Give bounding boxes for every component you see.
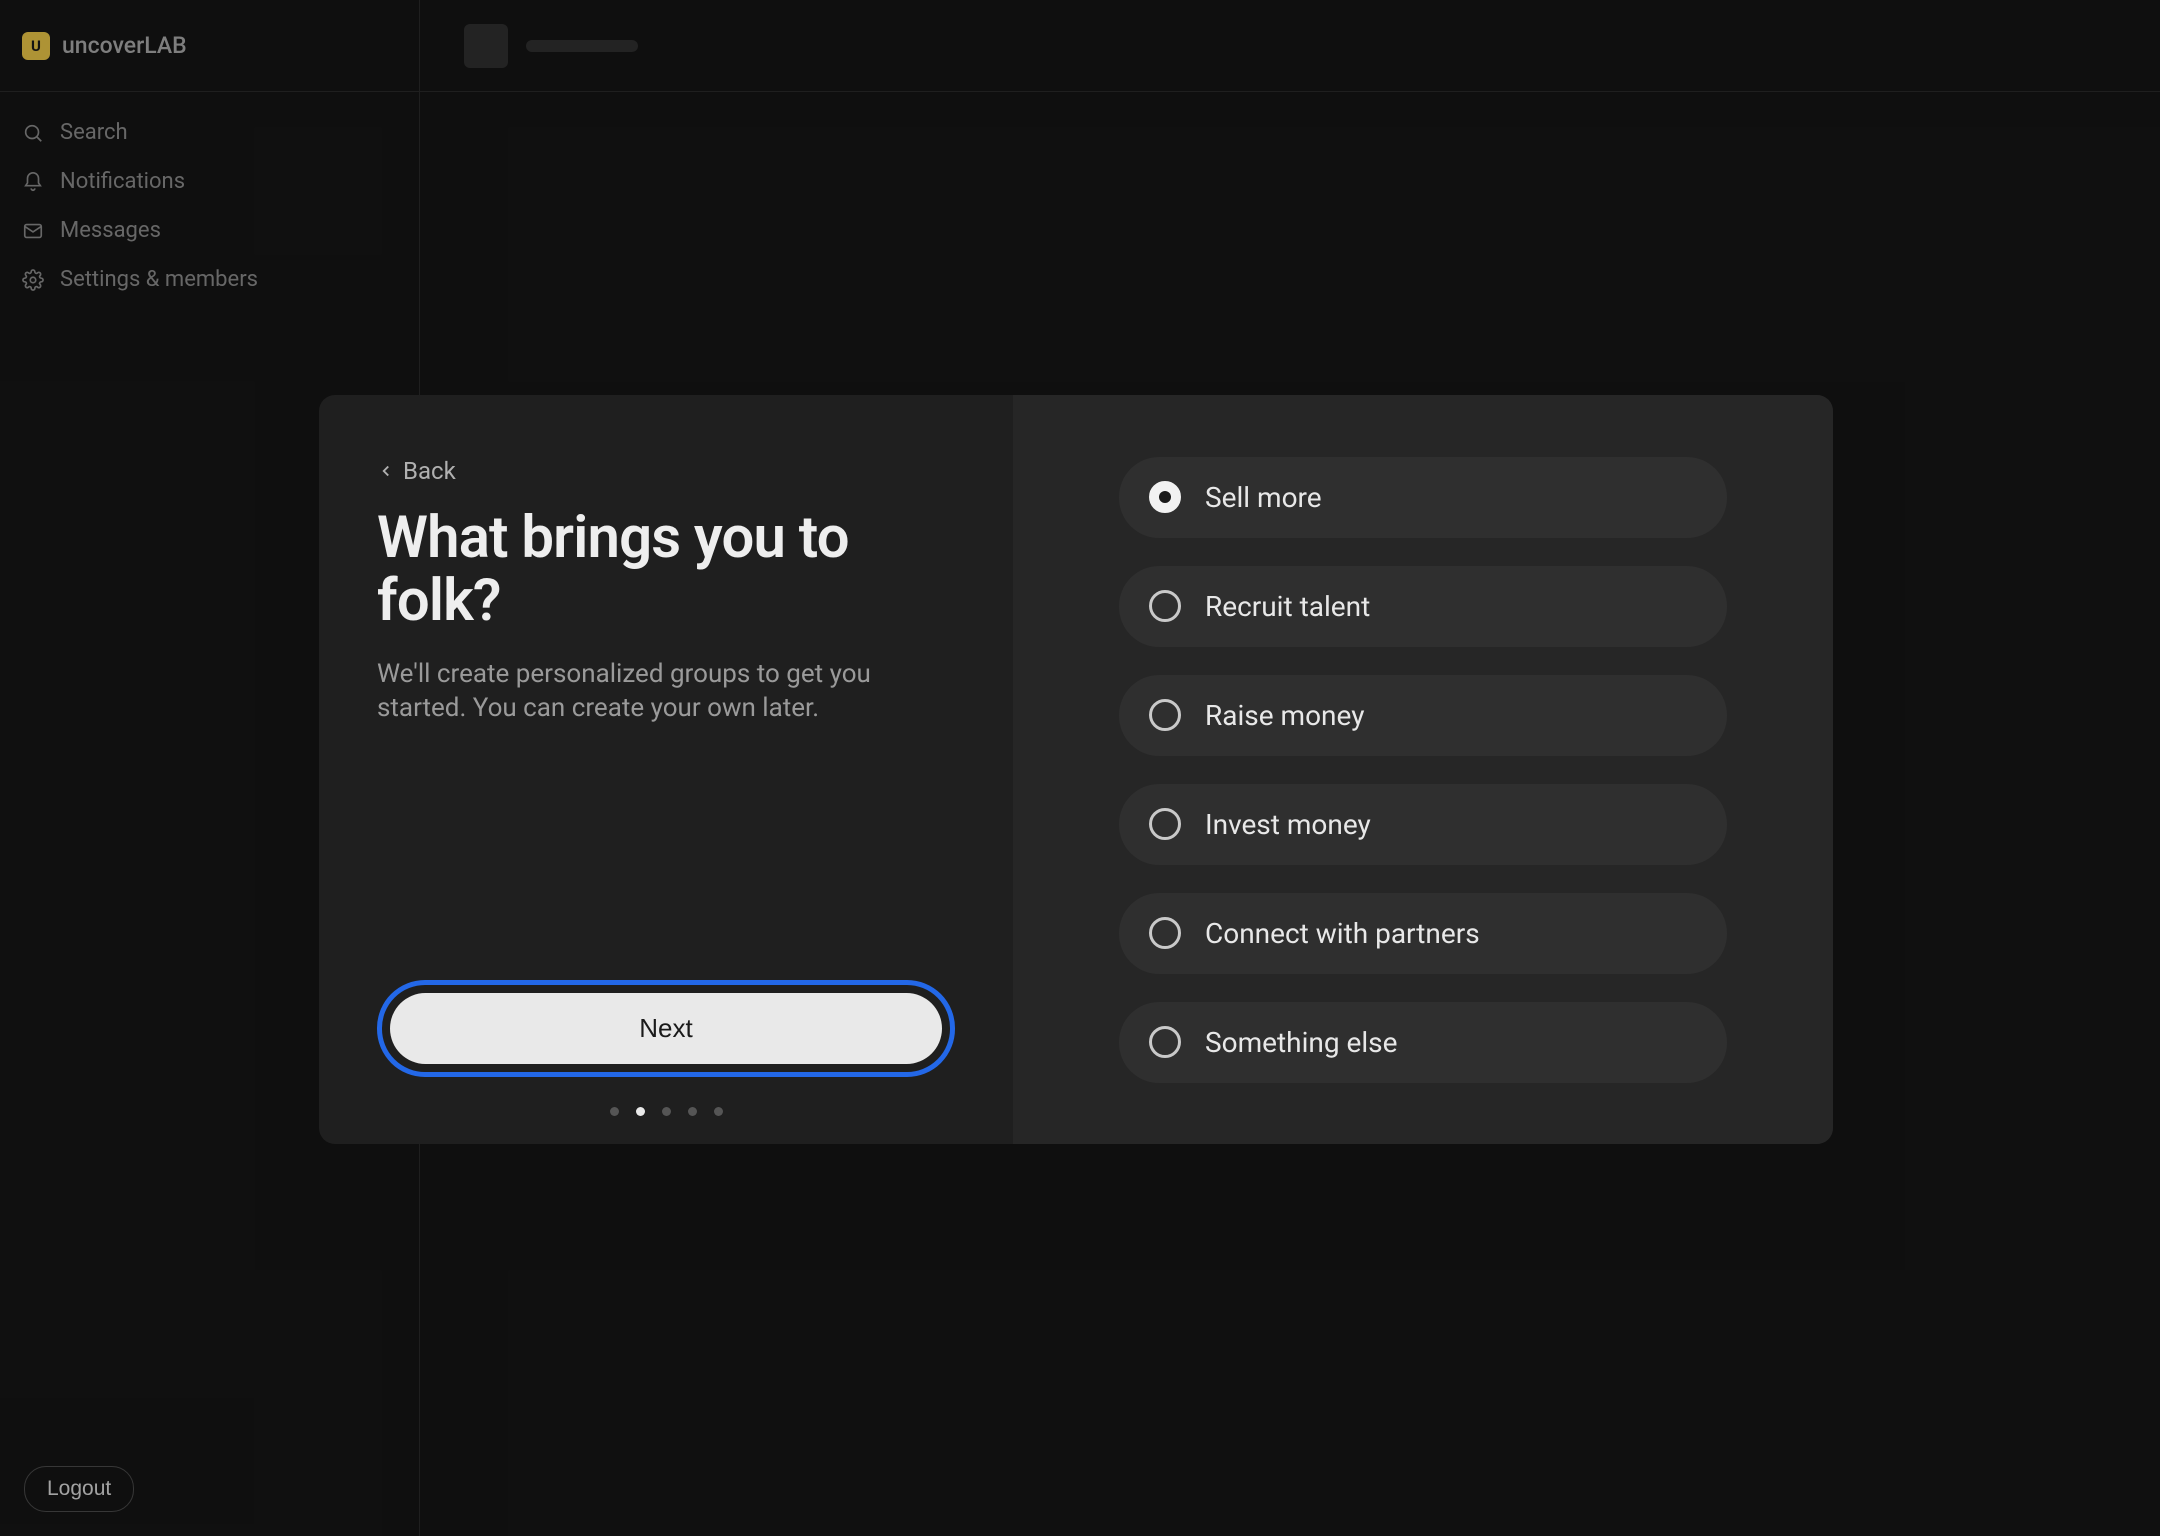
- step-dot: [688, 1107, 697, 1116]
- topbar-placeholder-text: [526, 40, 638, 52]
- sidebar-item-label: Messages: [60, 218, 161, 243]
- radio-icon: [1149, 808, 1181, 840]
- modal-right-panel: Sell more Recruit talent Raise money Inv…: [1013, 395, 1833, 1144]
- option-recruit-talent[interactable]: Recruit talent: [1119, 566, 1727, 647]
- search-icon: [22, 122, 44, 144]
- back-label: Back: [403, 457, 456, 485]
- option-invest-money[interactable]: Invest money: [1119, 784, 1727, 865]
- option-label: Recruit talent: [1205, 590, 1370, 623]
- sidebar-footer: Logout: [24, 1466, 134, 1512]
- modal-footer: Next: [377, 980, 955, 1116]
- brand-badge: U: [22, 32, 50, 60]
- sidebar-item-label: Notifications: [60, 169, 185, 194]
- option-sell-more[interactable]: Sell more: [1119, 457, 1727, 538]
- modal-subtitle: We'll create personalized groups to get …: [377, 658, 927, 726]
- logout-button[interactable]: Logout: [24, 1466, 134, 1512]
- mail-icon: [22, 220, 44, 242]
- radio-icon: [1149, 1026, 1181, 1058]
- radio-icon: [1149, 590, 1181, 622]
- option-label: Invest money: [1205, 808, 1371, 841]
- chevron-left-icon: [377, 462, 395, 480]
- sidebar-nav: Search Notifications Messages Settings &…: [0, 92, 419, 304]
- next-button-focus-ring: Next: [377, 980, 955, 1077]
- radio-icon: [1149, 699, 1181, 731]
- gear-icon: [22, 269, 44, 291]
- topbar: [420, 0, 2160, 92]
- option-label: Raise money: [1205, 699, 1364, 732]
- sidebar-item-notifications[interactable]: Notifications: [0, 157, 419, 206]
- sidebar-item-messages[interactable]: Messages: [0, 206, 419, 255]
- option-list: Sell more Recruit talent Raise money Inv…: [1049, 457, 1797, 1083]
- sidebar-item-label: Search: [60, 120, 128, 145]
- modal-title: What brings you to folk?: [377, 507, 955, 632]
- step-dot: [714, 1107, 723, 1116]
- option-connect-partners[interactable]: Connect with partners: [1119, 893, 1727, 974]
- option-label: Sell more: [1205, 481, 1322, 514]
- sidebar-item-settings[interactable]: Settings & members: [0, 255, 419, 304]
- modal-left-panel: Back What brings you to folk? We'll crea…: [319, 395, 1013, 1144]
- option-label: Connect with partners: [1205, 917, 1480, 950]
- back-button[interactable]: Back: [377, 457, 955, 485]
- next-button[interactable]: Next: [390, 993, 942, 1064]
- sidebar-header: U uncoverLAB: [0, 0, 419, 92]
- radio-icon: [1149, 917, 1181, 949]
- sidebar-item-search[interactable]: Search: [0, 108, 419, 157]
- bell-icon: [22, 171, 44, 193]
- option-raise-money[interactable]: Raise money: [1119, 675, 1727, 756]
- step-dots: [377, 1107, 955, 1116]
- step-dot-active: [636, 1107, 645, 1116]
- radio-icon: [1149, 481, 1181, 513]
- step-dot: [610, 1107, 619, 1116]
- option-something-else[interactable]: Something else: [1119, 1002, 1727, 1083]
- topbar-placeholder-icon: [464, 24, 508, 68]
- option-label: Something else: [1205, 1026, 1397, 1059]
- brand-name: uncoverLAB: [62, 32, 187, 59]
- step-dot: [662, 1107, 671, 1116]
- onboarding-modal: Back What brings you to folk? We'll crea…: [319, 395, 1833, 1144]
- sidebar-item-label: Settings & members: [60, 267, 258, 292]
